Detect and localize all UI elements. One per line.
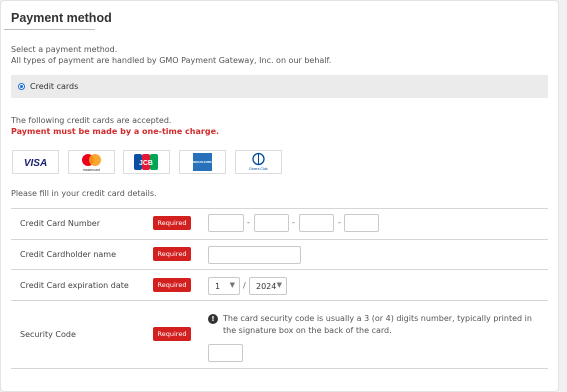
card-number-part-2[interactable] [254, 214, 289, 232]
required-badge: Required [153, 216, 191, 230]
exclamation-icon: ! [208, 314, 218, 324]
expiration-month-value: 1 [215, 282, 221, 291]
card-number-part-3[interactable] [299, 214, 334, 232]
table-divider [11, 208, 548, 209]
card-number-part-4[interactable] [344, 214, 379, 232]
accepted-cards-text: The following credit cards are accepted. [11, 116, 172, 125]
visa-logo: VISA [12, 150, 59, 174]
intro-line-2: All types of payment are handled by GMO … [11, 56, 332, 65]
required-badge: Required [153, 278, 191, 292]
number-separator: - [247, 218, 250, 227]
diners-logo-text: Diners Club [249, 167, 267, 171]
required-badge: Required [153, 327, 191, 341]
payment-panel: Payment method Select a payment method. … [0, 0, 559, 392]
mastercard-logo-text: mastercard [83, 168, 101, 172]
expiration-year-select[interactable]: 2024 ▼ [249, 277, 287, 295]
mastercard-logo: mastercard [68, 150, 115, 174]
table-divider [11, 368, 548, 369]
fill-in-instructions: Please fill in your credit card details. [11, 189, 157, 198]
payment-method-option[interactable]: Credit cards [11, 75, 548, 98]
diners-club-logo: Diners Club [235, 150, 282, 174]
one-time-charge-warning: Payment must be made by a one-time charg… [11, 127, 220, 136]
number-separator: - [292, 218, 295, 227]
required-badge: Required [153, 247, 191, 261]
expiration-separator: / [243, 281, 246, 290]
expiration-year-value: 2024 [256, 282, 277, 291]
jcb-logo: JCB [123, 150, 170, 174]
table-divider [11, 300, 548, 301]
security-code-label: Security Code [20, 330, 76, 339]
chevron-down-icon: ▼ [229, 281, 235, 289]
visa-logo-text: VISA [24, 158, 47, 169]
card-number-label: Credit Card Number [20, 219, 100, 228]
amex-logo-text: AMERICAN EXPRESS [190, 161, 215, 164]
security-code-note: The card security code is usually a 3 (o… [223, 314, 532, 335]
amex-logo: AMERICAN EXPRESS [179, 150, 226, 174]
number-separator: - [338, 218, 341, 227]
security-code-input[interactable] [208, 344, 243, 362]
credit-card-radio[interactable] [18, 83, 25, 90]
cardholder-name-label: Credit Cardholder name [20, 250, 117, 259]
title-underline [4, 29, 95, 30]
intro-line-1: Select a payment method. [11, 45, 118, 54]
jcb-logo-text: JCB [139, 160, 153, 167]
table-divider [11, 269, 548, 270]
chevron-down-icon: ▼ [276, 281, 282, 289]
expiration-month-select[interactable]: 1 ▼ [208, 277, 240, 295]
credit-card-option-label: Credit cards [30, 82, 79, 91]
expiration-date-label: Credit Card expiration date [20, 281, 129, 290]
table-divider [11, 239, 548, 240]
card-number-part-1[interactable] [208, 214, 244, 232]
section-title: Payment method [11, 11, 112, 25]
cardholder-name-input[interactable] [208, 246, 301, 264]
